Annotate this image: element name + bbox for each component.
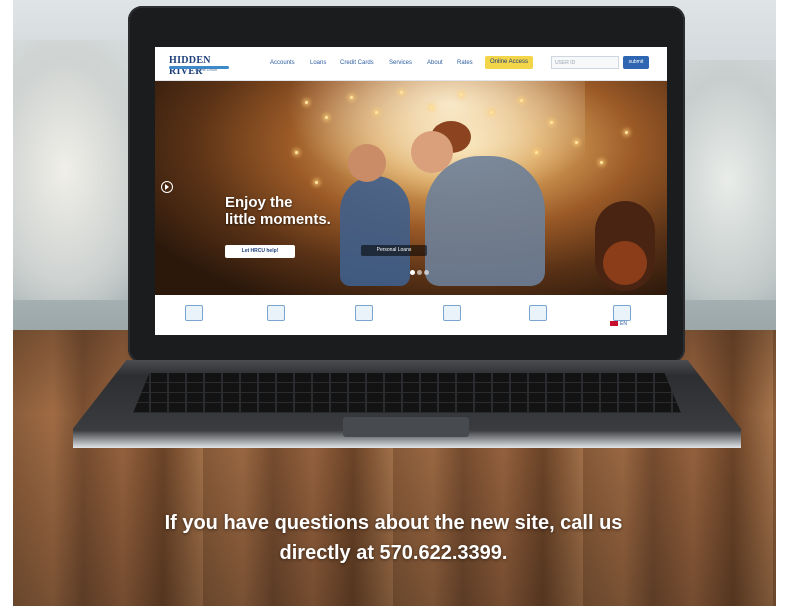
house-icon[interactable] xyxy=(185,305,203,321)
child-figure xyxy=(340,176,410,286)
basketball xyxy=(603,241,647,285)
hero-carousel: Enjoy the little moments. Let HRCU help!… xyxy=(155,81,667,295)
nav-loans[interactable]: Loans xyxy=(310,60,326,66)
chart-icon[interactable] xyxy=(529,305,547,321)
carousel-dots xyxy=(410,262,431,280)
flag-icon xyxy=(610,321,618,327)
nav-accounts[interactable]: Accounts xyxy=(270,60,295,66)
car-icon[interactable] xyxy=(267,305,285,321)
submit-button[interactable]: submit xyxy=(623,56,649,69)
nav-about[interactable]: About xyxy=(427,60,443,66)
credit-card-icon[interactable] xyxy=(355,305,373,321)
slide-label[interactable]: Personal Loans xyxy=(361,245,427,256)
laptop-screen: HIDDEN RIVER Credit Union Accounts Loans… xyxy=(155,47,667,335)
user-id-input[interactable]: USER ID xyxy=(551,56,619,69)
background-blur-left xyxy=(13,40,143,300)
caption-line2: directly at 570.622.3399. xyxy=(279,542,508,564)
hero-headline-line1: Enjoy the xyxy=(225,194,293,211)
online-access-button[interactable]: Online Access xyxy=(485,56,533,69)
logo-subtext: Credit Union xyxy=(195,67,218,72)
carousel-dot[interactable] xyxy=(410,270,415,275)
site-logo[interactable]: HIDDEN RIVER Credit Union xyxy=(169,53,241,77)
hero-headline: Enjoy the little moments. xyxy=(225,194,331,228)
document-icon[interactable] xyxy=(613,305,631,321)
caption-line1: If you have questions about the new site… xyxy=(164,512,623,534)
carousel-dot[interactable] xyxy=(424,270,429,275)
site-header: HIDDEN RIVER Credit Union Accounts Loans… xyxy=(155,47,667,81)
calculator-icon[interactable] xyxy=(443,305,461,321)
hero-headline-line2: little moments. xyxy=(225,211,331,228)
nav-rates[interactable]: Rates xyxy=(457,60,473,66)
language-label: EN xyxy=(620,321,627,327)
hero-cta-button[interactable]: Let HRCU help! xyxy=(225,245,295,258)
trackpad xyxy=(343,417,469,437)
pause-icon[interactable] xyxy=(161,181,173,193)
service-icon-bar: EN xyxy=(155,295,667,335)
contact-caption: If you have questions about the new site… xyxy=(0,508,787,568)
language-selector[interactable]: EN xyxy=(610,321,627,327)
carousel-dot[interactable] xyxy=(417,270,422,275)
mother-figure xyxy=(425,156,545,286)
nav-services[interactable]: Services xyxy=(389,60,412,66)
nav-credit-cards[interactable]: Credit Cards xyxy=(340,60,374,66)
